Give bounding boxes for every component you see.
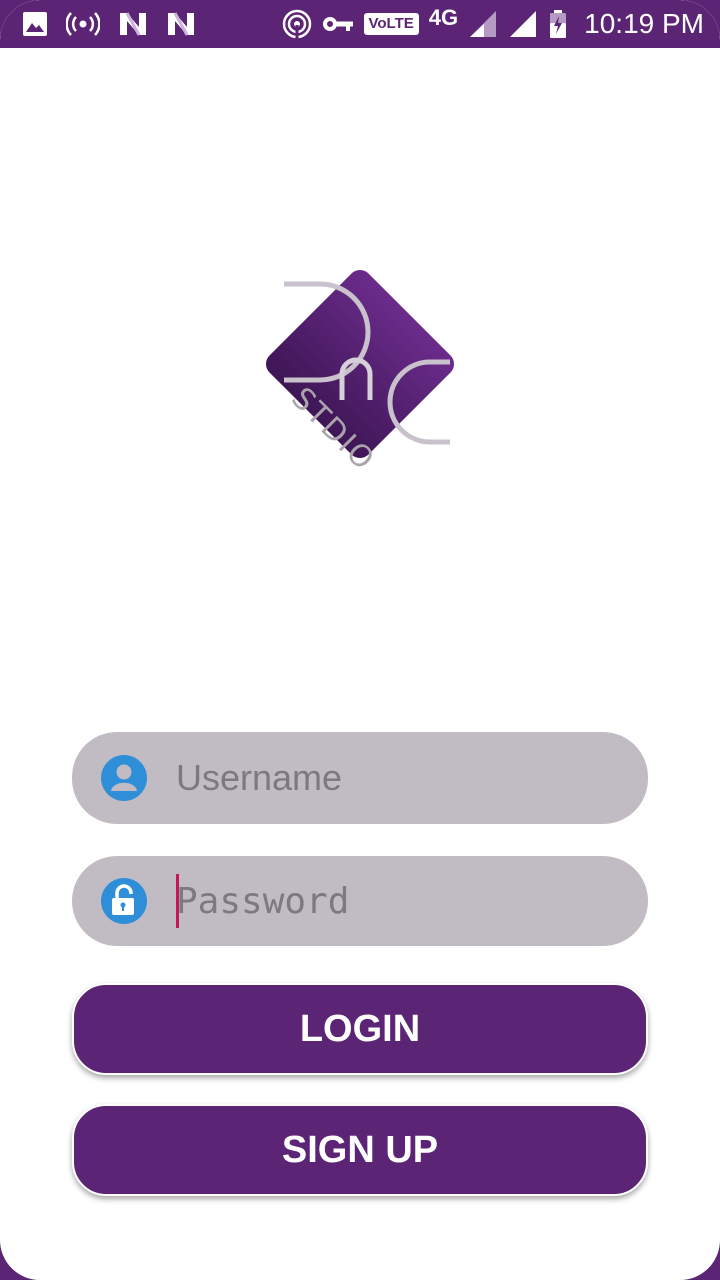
login-screen: VoLTE 4G 10:19 PM STDIO Username LOGIN S… (0, 0, 720, 1280)
hotspot-icon (66, 11, 100, 37)
status-bar-system: VoLTE 4G 10:19 PM (282, 5, 704, 40)
volte-icon: VoLTE (363, 13, 419, 35)
username-input[interactable] (176, 732, 618, 824)
key-icon (322, 14, 354, 34)
signup-button[interactable]: SIGN UP (72, 1104, 648, 1196)
signal-icon (508, 9, 538, 39)
wifi-hotspot-icon (282, 9, 312, 39)
app-logo: STDIO (250, 262, 470, 482)
login-button[interactable]: LOGIN (72, 983, 648, 1075)
status-bar-notifications (22, 8, 196, 40)
unlocked-padlock-icon (100, 877, 148, 925)
n-icon (166, 11, 196, 37)
network-type: 4G (428, 5, 459, 30)
battery-charging-icon (548, 9, 568, 39)
password-input[interactable] (176, 856, 618, 946)
username-field[interactable] (72, 732, 648, 824)
user-icon (100, 754, 148, 802)
clock: 10:19 PM (584, 8, 704, 39)
password-field[interactable] (72, 856, 648, 946)
image-icon (22, 11, 48, 37)
status-bar: VoLTE 4G 10:19 PM (0, 0, 720, 48)
signal-icon (468, 9, 498, 39)
n-icon (118, 11, 148, 37)
